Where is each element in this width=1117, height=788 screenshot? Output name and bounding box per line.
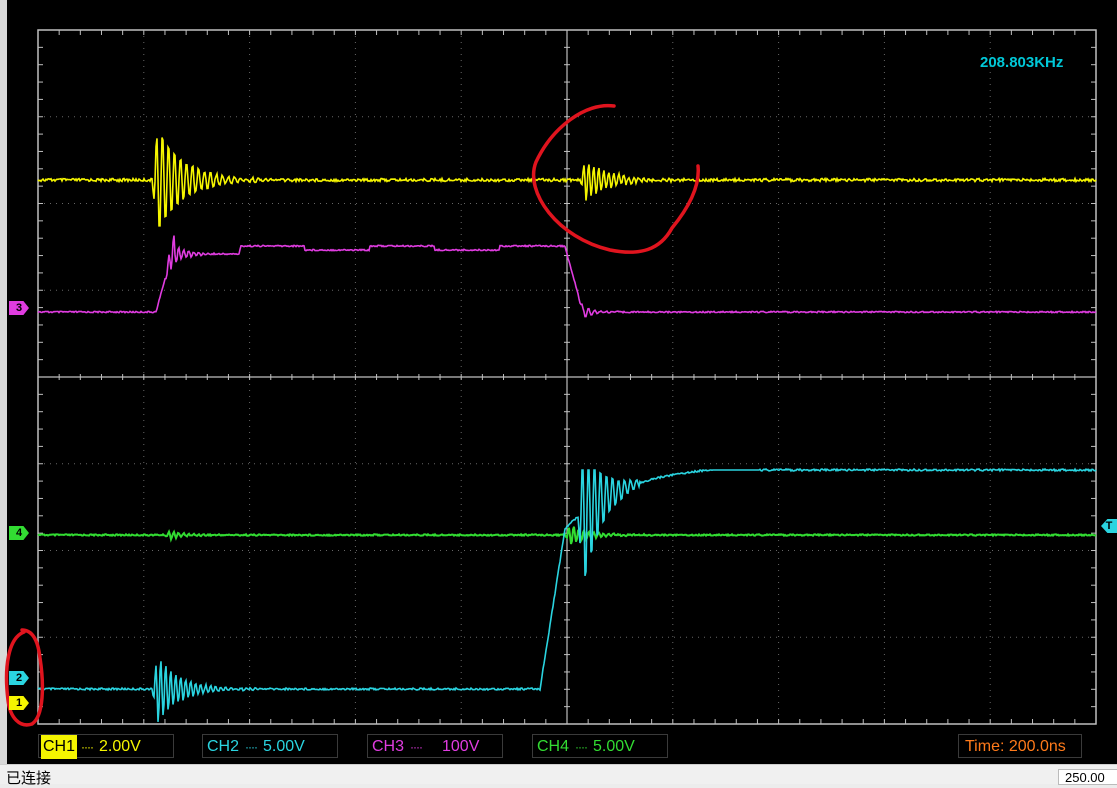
graticule-grid bbox=[37, 29, 1097, 725]
ch2-scale-box[interactable]: CH2 ···· 5.00V bbox=[202, 734, 338, 758]
ch3-scale-box[interactable]: CH3 ···· 100V bbox=[367, 734, 503, 758]
status-bar: 已连接 250.00 bbox=[0, 764, 1117, 787]
ch1-coupling-icon: ···· bbox=[81, 740, 94, 754]
ch4-scale: 5.00V bbox=[593, 738, 635, 755]
frequency-readout: 208.803KHz bbox=[980, 54, 1064, 71]
ch1-scale-box[interactable]: CH1 ···· 2.00V bbox=[38, 734, 174, 759]
ch2-scale: 5.00V bbox=[263, 738, 305, 755]
ch4-coupling-icon: ···· bbox=[575, 740, 588, 754]
red-ink-annotations bbox=[4, 103, 700, 727]
ch4-label: CH4 bbox=[537, 738, 570, 755]
timebase-readout[interactable]: Time: 200.0ns bbox=[958, 734, 1082, 758]
waveform-area[interactable] bbox=[0, 0, 1117, 764]
ch1-scale: 2.00V bbox=[99, 738, 141, 755]
status-right-field: 250.00 bbox=[1058, 769, 1117, 785]
ch2-coupling-icon: ···· bbox=[245, 740, 258, 754]
ch3-scale: 100V bbox=[442, 738, 480, 755]
annotation-circle-ringing bbox=[531, 103, 700, 254]
ch2-label: CH2 bbox=[207, 738, 240, 755]
ch1-label: CH1 bbox=[41, 735, 78, 759]
ch4-scale-box[interactable]: CH4 ···· 5.00V bbox=[532, 734, 668, 758]
connection-status: 已连接 bbox=[6, 770, 52, 787]
ch3-coupling-icon: ···· bbox=[410, 740, 423, 754]
ch3-label: CH3 bbox=[372, 738, 405, 755]
